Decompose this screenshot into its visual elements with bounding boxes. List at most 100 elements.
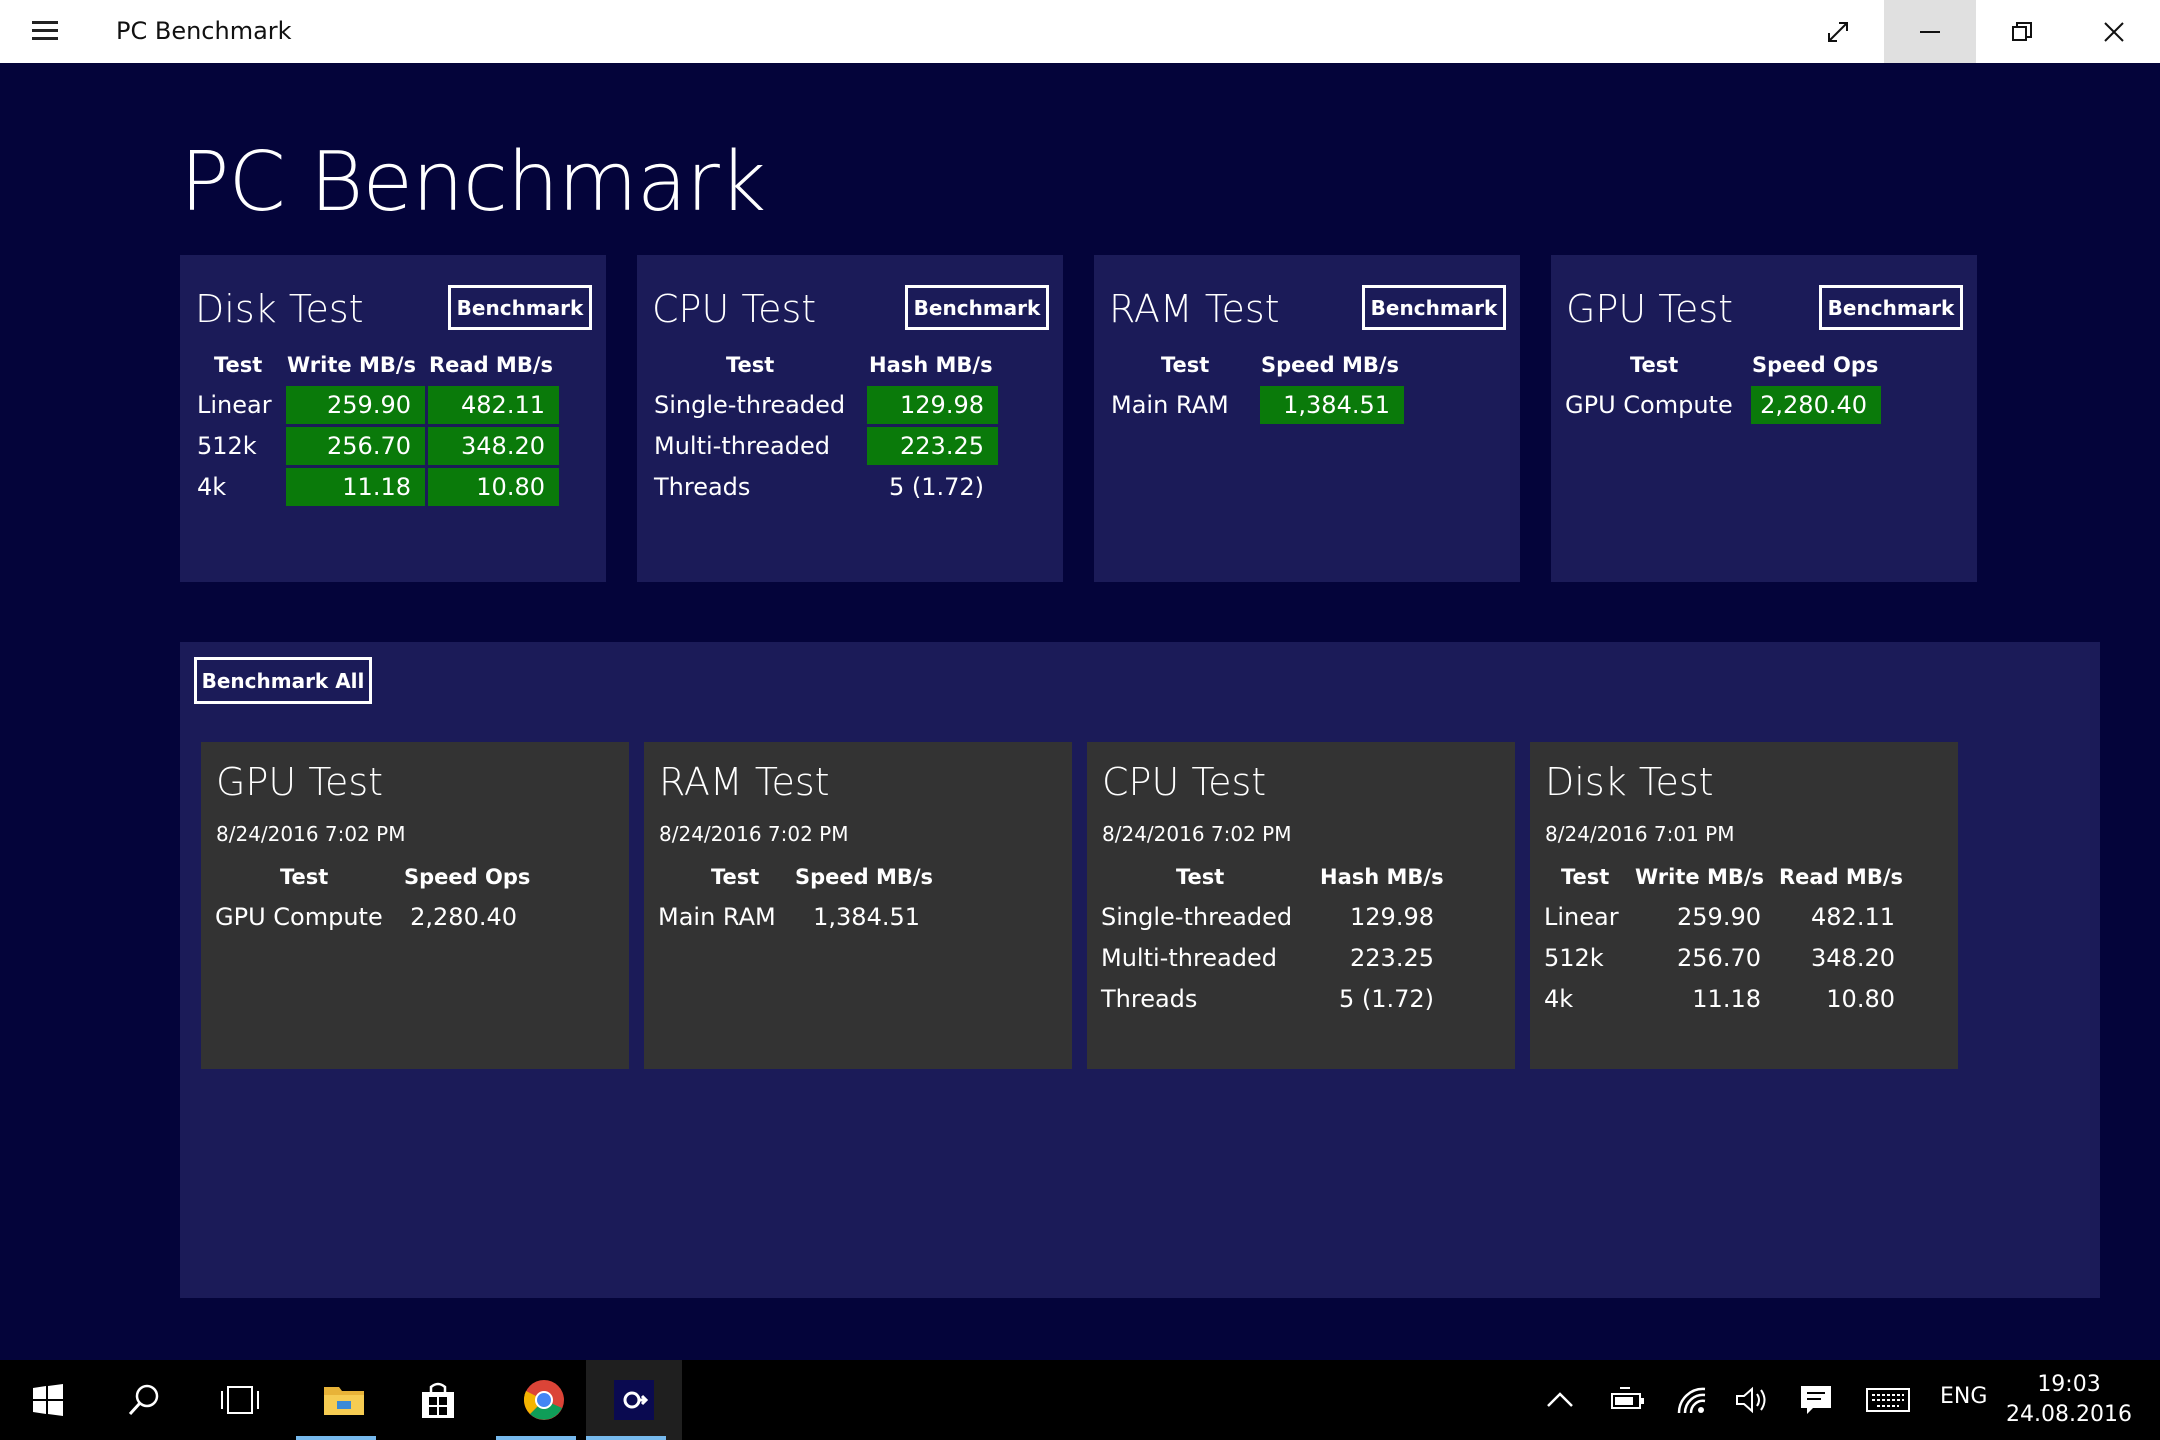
keyboard-icon xyxy=(1866,1388,1910,1412)
column-header: Speed Ops xyxy=(404,865,531,889)
read-value: 482.11 xyxy=(1811,903,1895,931)
disk-result-card: Disk Test 8/24/2016 7:01 PM Test Write M… xyxy=(1530,742,1958,1069)
test-name: GPU Compute xyxy=(215,903,383,931)
hamburger-menu-icon[interactable] xyxy=(28,16,62,46)
chrome-icon xyxy=(524,1380,564,1420)
clock-time: 19:03 xyxy=(2037,1372,2101,1397)
card-title: Disk Test xyxy=(1545,760,1714,804)
card-title: RAM Test xyxy=(1109,287,1280,331)
threads-value: 5 (1.72) xyxy=(1338,985,1434,1013)
column-header: Write MB/s xyxy=(1635,865,1765,889)
read-value: 348.20 xyxy=(428,427,559,465)
search-icon xyxy=(128,1384,159,1416)
cpu-benchmark-button[interactable]: Benchmark xyxy=(905,285,1049,330)
results-panel: Benchmark All GPU Test 8/24/2016 7:02 PM… xyxy=(180,642,2100,1298)
test-name: Multi-threaded xyxy=(654,432,830,460)
test-name: Single-threaded xyxy=(654,391,846,419)
column-header: Test xyxy=(280,865,329,889)
column-header: Test xyxy=(711,865,760,889)
minimize-button[interactable] xyxy=(1884,0,1976,63)
test-name: Threads xyxy=(1101,985,1198,1013)
disk-test-card: Disk Test Benchmark Test Write MB/s Read… xyxy=(180,255,606,582)
full-screen-button[interactable] xyxy=(1792,0,1884,63)
ram-test-card: RAM Test Benchmark Test Speed MB/s Main … xyxy=(1094,255,1520,582)
file-explorer-button[interactable] xyxy=(296,1360,392,1440)
test-name: 4k xyxy=(197,473,227,501)
pc-benchmark-icon xyxy=(614,1380,654,1420)
gpu-test-card: GPU Test Benchmark Test Speed Ops GPU Co… xyxy=(1551,255,1977,582)
card-title: RAM Test xyxy=(659,760,830,804)
pc-benchmark-taskbar-button[interactable] xyxy=(586,1360,682,1440)
card-title: CPU Test xyxy=(652,287,817,331)
hash-value: 129.98 xyxy=(1350,903,1434,931)
show-hidden-icons-button[interactable] xyxy=(1536,1360,1584,1440)
gpu-benchmark-button[interactable]: Benchmark xyxy=(1819,285,1963,330)
cpu-result-card: CPU Test 8/24/2016 7:02 PM Test Hash MB/… xyxy=(1087,742,1515,1069)
read-value: 348.20 xyxy=(1811,944,1895,972)
touch-keyboard-button[interactable] xyxy=(1856,1360,1920,1440)
battery-icon xyxy=(1611,1387,1644,1409)
window-title: PC Benchmark xyxy=(116,17,292,45)
volume-button[interactable] xyxy=(1724,1360,1780,1440)
input-language-indicator[interactable]: ENG xyxy=(1940,1384,1987,1409)
wifi-icon xyxy=(1677,1387,1706,1414)
hash-value: 129.98 xyxy=(867,386,998,424)
card-title: CPU Test xyxy=(1102,760,1267,804)
expand-icon xyxy=(1828,21,1848,42)
ram-result-card: RAM Test 8/24/2016 7:02 PM Test Speed MB… xyxy=(644,742,1072,1069)
restore-icon xyxy=(2012,21,2032,41)
close-icon xyxy=(2104,21,2124,42)
start-button[interactable] xyxy=(0,1360,96,1440)
page-title: PC Benchmark xyxy=(180,135,766,230)
action-center-button[interactable] xyxy=(1788,1360,1844,1440)
write-value: 11.18 xyxy=(286,468,425,506)
task-view-icon xyxy=(221,1386,259,1414)
battery-button[interactable] xyxy=(1600,1360,1656,1440)
clock[interactable]: 19:03 24.08.2016 xyxy=(2006,1370,2132,1430)
test-name: GPU Compute xyxy=(1565,391,1733,419)
disk-benchmark-button[interactable]: Benchmark xyxy=(448,285,592,330)
column-header: Test xyxy=(1561,865,1610,889)
test-name: 512k xyxy=(197,432,257,460)
column-header: Test xyxy=(214,353,263,377)
benchmark-all-button[interactable]: Benchmark All xyxy=(194,657,372,704)
speed-value: 2,280.40 xyxy=(410,903,517,931)
write-value: 256.70 xyxy=(1677,944,1761,972)
test-name: 4k xyxy=(1544,985,1574,1013)
test-name: Linear xyxy=(1544,903,1619,931)
search-button[interactable] xyxy=(96,1360,192,1440)
store-icon xyxy=(422,1382,454,1418)
column-header: Hash MB/s xyxy=(1320,865,1444,889)
read-value: 482.11 xyxy=(428,386,559,424)
network-button[interactable] xyxy=(1664,1360,1720,1440)
volume-icon xyxy=(1736,1386,1766,1414)
cpu-test-card: CPU Test Benchmark Test Hash MB/s Single… xyxy=(637,255,1063,582)
column-header: Test xyxy=(1161,353,1210,377)
write-value: 256.70 xyxy=(286,427,425,465)
task-view-button[interactable] xyxy=(192,1360,288,1440)
gpu-result-card: GPU Test 8/24/2016 7:02 PM Test Speed Op… xyxy=(201,742,629,1069)
speed-value: 2,280.40 xyxy=(1751,386,1881,424)
title-bar: PC Benchmark xyxy=(0,0,2160,63)
column-header: Test xyxy=(726,353,775,377)
read-value: 10.80 xyxy=(428,468,559,506)
ram-benchmark-button[interactable]: Benchmark xyxy=(1362,285,1506,330)
close-button[interactable] xyxy=(2068,0,2160,63)
card-title: GPU Test xyxy=(1566,287,1734,331)
write-value: 259.90 xyxy=(286,386,425,424)
test-name: Main RAM xyxy=(658,903,776,931)
column-header: Hash MB/s xyxy=(869,353,993,377)
taskbar: ENG 19:03 24.08.2016 xyxy=(0,1360,2160,1440)
store-button[interactable] xyxy=(390,1360,486,1440)
test-name: 512k xyxy=(1544,944,1604,972)
result-date: 8/24/2016 7:01 PM xyxy=(1545,822,1735,846)
test-name: Multi-threaded xyxy=(1101,944,1277,972)
chevron-up-icon xyxy=(1547,1392,1573,1407)
chrome-button[interactable] xyxy=(496,1360,592,1440)
speed-value: 1,384.51 xyxy=(1260,386,1404,424)
column-header: Speed MB/s xyxy=(795,865,934,889)
column-header: Speed MB/s xyxy=(1261,353,1400,377)
result-date: 8/24/2016 7:02 PM xyxy=(1102,822,1292,846)
clock-date: 24.08.2016 xyxy=(2006,1402,2132,1427)
restore-button[interactable] xyxy=(1976,0,2068,63)
